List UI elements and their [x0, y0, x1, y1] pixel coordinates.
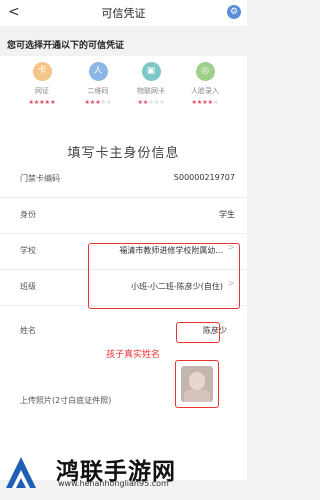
identity-value: 学生	[219, 210, 235, 219]
credential-hint: 您可选择开通以下的可信凭证	[7, 41, 125, 51]
rating-stars: ★★★★★	[191, 99, 219, 106]
rating-stars: ★★★★★	[28, 99, 56, 106]
form-title: 填写卡主身份信息	[67, 146, 180, 161]
highlight-photo	[175, 360, 219, 408]
card-number-value: S00000219707	[173, 173, 235, 182]
option-qr-code[interactable]: 人 二维码 ★★★★★	[70, 62, 126, 106]
upload-photo-label: 上传照片(2寸白底证件照)	[20, 396, 112, 405]
identity-form: 填写卡主身份信息 门禁卡编码 S00000219707 身份 学生 学校 福清市…	[0, 128, 247, 480]
real-name-annotation: 孩子真实姓名	[106, 350, 161, 360]
face-scan-icon: ◎	[195, 62, 215, 81]
identity-label: 身份	[20, 210, 36, 219]
option-label: 二维码	[87, 87, 109, 95]
rating-stars: ★★★★★	[137, 99, 165, 106]
brand-logo-icon	[6, 457, 36, 488]
option-label: 网证	[35, 87, 49, 95]
option-face-entry[interactable]: ◎ 人脸录入 ★★★★★	[177, 62, 233, 106]
school-label: 学校	[20, 246, 36, 255]
brand-url: www.henanhonglian95.com	[58, 479, 169, 488]
rating-stars: ★★★★★	[84, 99, 112, 106]
settings-icon[interactable]: ⚙	[227, 5, 241, 19]
iot-card-icon: ▣	[141, 62, 161, 81]
watermark-footer: 鸿联手游网 www.henanhonglian95.com	[0, 438, 247, 500]
identity-row: 身份 学生	[0, 198, 247, 234]
card-number-row: 门禁卡编码 S00000219707	[0, 162, 247, 198]
highlight-school-class	[88, 243, 240, 309]
person-icon: 人	[88, 62, 108, 81]
top-bar: < 可信凭证 ⚙	[0, 0, 247, 26]
class-label: 班级	[20, 282, 36, 291]
credential-options: 卡 网证 ★★★★★ 人 二维码 ★★★★★ ▣ 物联网卡 ★★★★★ ◎ 人脸…	[0, 56, 247, 128]
highlight-name	[176, 322, 220, 343]
option-iot-card[interactable]: ▣ 物联网卡 ★★★★★	[123, 62, 179, 106]
name-label: 姓名	[20, 326, 36, 335]
option-label: 人脸录入	[191, 87, 219, 95]
page-title: 可信凭证	[101, 7, 146, 20]
card-number-label: 门禁卡编码	[20, 174, 60, 183]
option-label: 物联网卡	[137, 87, 165, 95]
option-web-id[interactable]: 卡 网证 ★★★★★	[14, 62, 70, 106]
id-card-icon: 卡	[32, 62, 52, 81]
